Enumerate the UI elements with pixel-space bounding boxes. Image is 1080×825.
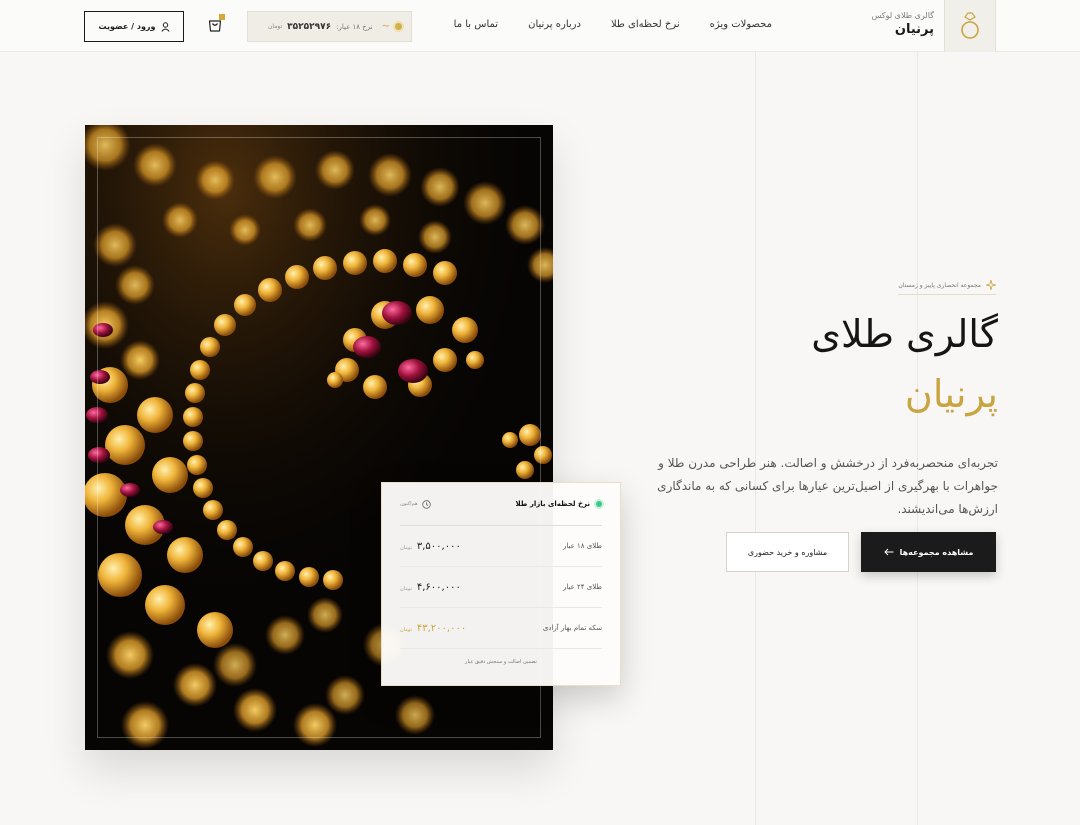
nav-item-products[interactable]: محصولات ویژه [710,19,772,30]
user-icon [160,21,170,32]
decor-line [917,52,918,825]
clock-icon [421,499,431,509]
hero-title: گالری طلای [811,312,998,356]
collection-tagline: مجموعه انحصاری پاییز و زمستان [898,280,996,295]
arrow-left-icon [883,548,894,556]
ticker-label: نرخ ۱۸ عیار: [336,22,373,31]
cart-button[interactable] [207,14,225,33]
update-status: هم‌اکنون [400,499,431,509]
main-nav: محصولات ویژه نرخ لحظه‌ای طلا درباره پرنی… [454,19,772,30]
update-label: هم‌اکنون [400,501,418,507]
price-row-name: طلای ۲۴ عیار [562,583,602,591]
login-label: ورود / عضویت [98,22,156,31]
price-unit: تومان [400,626,412,633]
price-row-name: سکه تمام بهار آزادی [542,624,602,632]
price-value: ۳,۵۰۰,۰۰۰ [416,540,461,552]
site-header: گالری طلای لوکس پرنیان محصولات ویژه نرخ … [0,0,1080,52]
login-button[interactable]: ورود / عضویت [84,11,184,42]
consultation-button[interactable]: مشاوره و خرید حضوری [726,532,849,572]
price-unit: تومان [400,544,412,551]
cart-badge [219,14,225,20]
price-value: ۴۳,۲۰۰,۰۰۰ [416,622,467,634]
live-price-card: نرخ لحظه‌ای بازار طلا هم‌اکنون طلای ۱۸ ع… [381,482,621,686]
view-collections-label: مشاهده مجموعه‌ها [899,547,974,557]
price-card-title-text: نرخ لحظه‌ای بازار طلا [515,500,590,508]
consultation-label: مشاوره و خرید حضوری [747,547,828,557]
price-row: سکه تمام بهار آزادی ۴۳,۲۰۰,۰۰۰ تومان [400,608,602,649]
brand-subtitle: گالری طلای لوکس [871,11,934,20]
gold-price-ticker: ~ نرخ ۱۸ عیار: ۳۵۲۵۲۹۷۶ تومان [247,11,412,42]
hero-description: تجربه‌ای منحصربه‌فرد از درخشش و اصالت. ه… [657,456,998,516]
price-value: ۴,۶۰۰,۰۰۰ [416,581,461,593]
brand-name: پرنیان [894,22,934,37]
nav-item-about[interactable]: درباره پرنیان [528,19,581,30]
live-indicator-icon [596,501,602,507]
tagline-text: مجموعه انحصاری پاییز و زمستان [898,281,981,289]
live-dot-icon [395,23,402,30]
decor-line [755,52,756,825]
view-collections-button[interactable]: مشاهده مجموعه‌ها [861,532,996,572]
nav-item-gold-rate[interactable]: نرخ لحظه‌ای طلا [611,19,680,30]
price-row-value: ۴۳,۲۰۰,۰۰۰ تومان [400,623,466,634]
ring-logo-icon [961,12,979,39]
logo[interactable] [944,0,996,52]
price-row-value: ۴,۶۰۰,۰۰۰ تومان [400,582,461,593]
price-row: طلای ۱۸ عیار ۳,۵۰۰,۰۰۰ تومان [400,526,602,567]
price-card-header: نرخ لحظه‌ای بازار طلا هم‌اکنون [400,483,602,526]
price-unit: تومان [400,585,412,592]
nav-item-contact[interactable]: تماس با ما [454,19,498,30]
ticker-unit: تومان [267,23,283,30]
price-row-value: ۳,۵۰۰,۰۰۰ تومان [400,541,461,552]
brand: گالری طلای لوکس پرنیان [872,11,934,37]
price-row: طلای ۲۴ عیار ۴,۶۰۰,۰۰۰ تومان [400,567,602,608]
price-card-title: نرخ لحظه‌ای بازار طلا [515,500,602,508]
ticker-price: ۳۵۲۵۲۹۷۶ [287,21,332,32]
hero-accent-title: پرنیان [904,372,998,416]
trend-icon: ~ [381,21,390,32]
price-row-name: طلای ۱۸ عیار [562,542,602,550]
authenticity-note: تضمین اصالت و سنجش دقیق عیار [465,659,537,665]
sparkle-icon [986,280,996,290]
